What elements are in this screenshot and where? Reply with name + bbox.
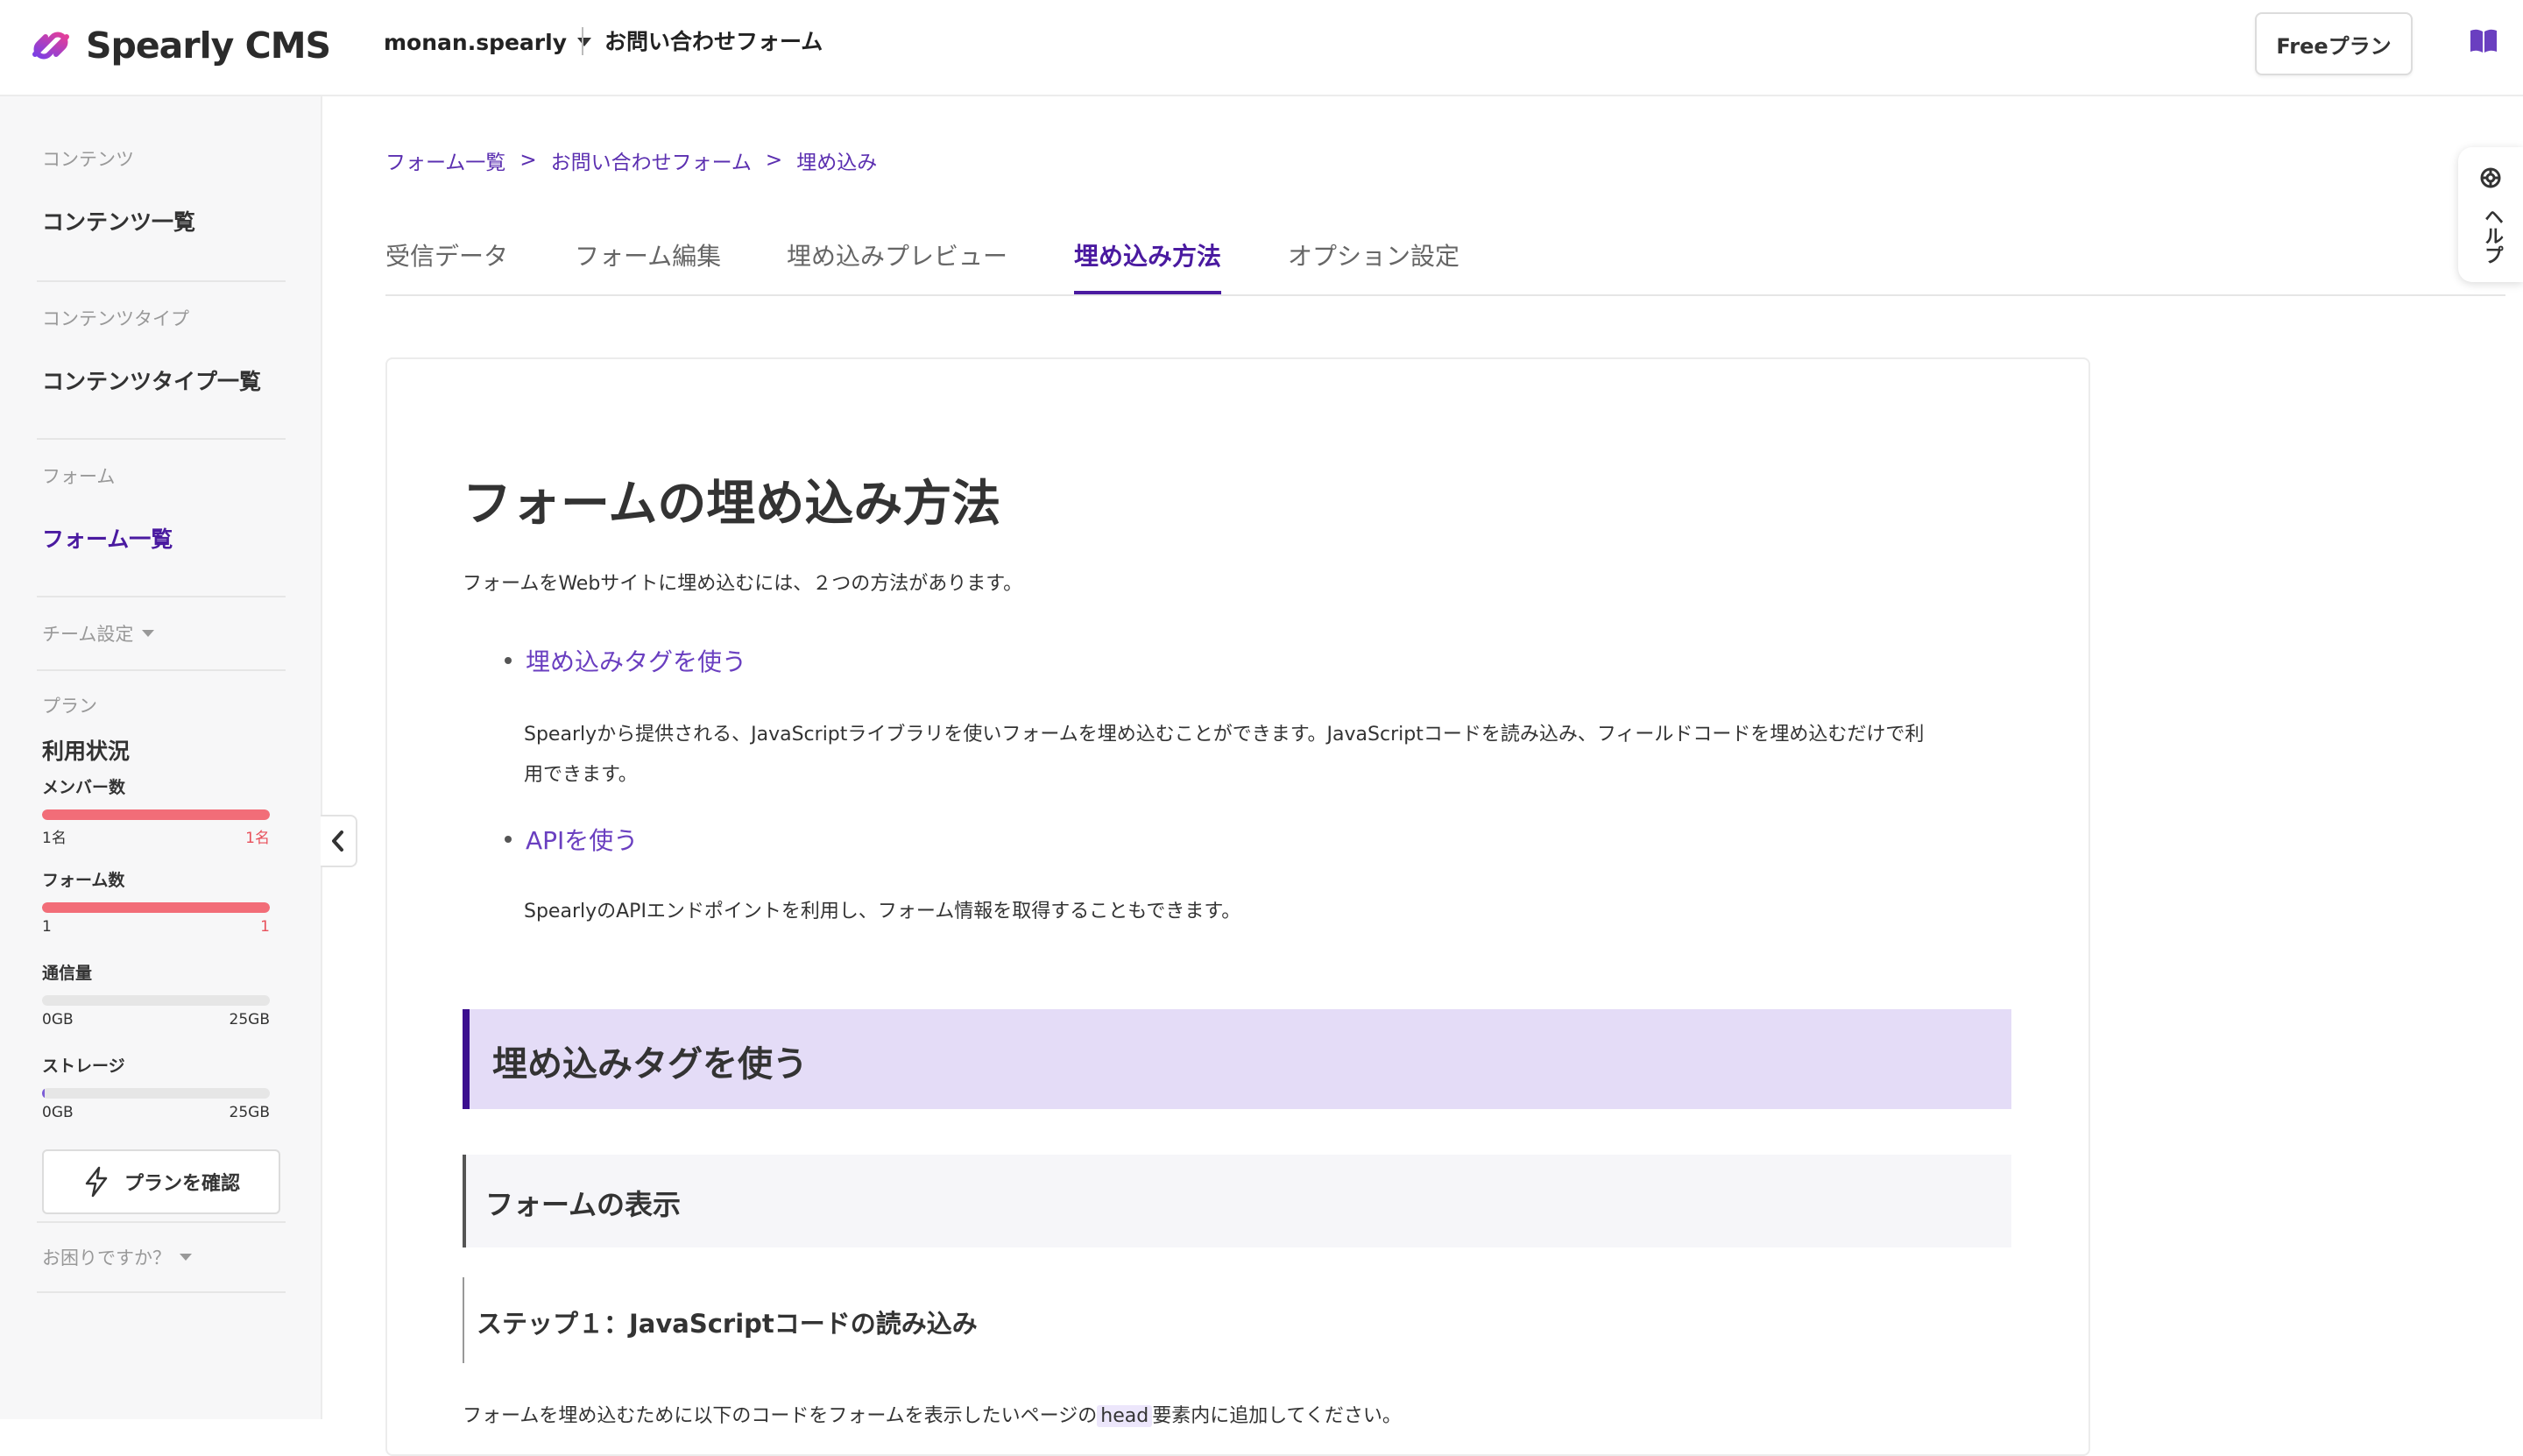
sidebar-section-form: フォーム	[42, 466, 116, 487]
section-heading-embed-tag: 埋め込みタグを使う	[463, 1009, 2011, 1109]
caret-down-icon	[142, 630, 155, 637]
top-header: Spearly CMS monan.spearly お問い合わせフォーム Fre…	[0, 0, 2523, 96]
method1-link[interactable]: 埋め込みタグを使う	[526, 643, 746, 678]
tab-bar: 受信データ フォーム編集 埋め込みプレビュー 埋め込み方法 オプション設定	[385, 238, 2505, 296]
usage-bar-fill	[42, 902, 270, 913]
sidebar-divider	[37, 280, 286, 282]
usage-bar-fill	[42, 1088, 45, 1099]
breadcrumb-separator: >	[765, 149, 783, 172]
sidebar-section-content: コンテンツ	[42, 149, 134, 170]
method1-desc-line2: 用できます。	[524, 764, 638, 786]
spearly-logo-icon	[32, 32, 69, 60]
help-tab[interactable]: ヘルプ	[2458, 147, 2523, 282]
breadcrumb-separator: >	[519, 149, 537, 172]
lightning-icon	[85, 1166, 108, 1198]
inline-code: head	[1097, 1405, 1153, 1427]
bullet-dot	[505, 657, 512, 664]
section-heading-text: 埋め込みタグを使う	[492, 1044, 808, 1085]
step-heading-text: ステップ１：JavaScriptコードの読み込み	[477, 1309, 978, 1339]
sidebar: コンテンツ コンテンツ一覧 コンテンツタイプ コンテンツタイプ一覧 フォーム フ…	[0, 96, 322, 1419]
sidebar-item-content-list[interactable]: コンテンツ一覧	[42, 205, 195, 237]
chevron-left-icon	[332, 830, 343, 852]
tab-embed-preview[interactable]: 埋め込みプレビュー	[787, 238, 1007, 293]
tab-option-settings[interactable]: オプション設定	[1288, 238, 1459, 293]
breadcrumb-item-current[interactable]: 埋め込み	[796, 145, 877, 175]
caret-down-icon	[576, 38, 591, 46]
sidebar-item-form-list[interactable]: フォーム一覧	[42, 522, 173, 554]
doc-title: フォームの埋め込み方法	[463, 476, 1001, 533]
sidebar-divider	[37, 596, 286, 597]
team-settings-label: チーム設定	[42, 624, 134, 645]
header-divider	[582, 27, 583, 55]
breadcrumb-item[interactable]: お問い合わせフォーム	[551, 145, 752, 175]
team-name: monan.spearly	[384, 29, 567, 55]
tab-form-edit[interactable]: フォーム編集	[575, 238, 721, 293]
usage-bar	[42, 902, 270, 913]
usage-max: 1	[260, 918, 270, 936]
breadcrumb-item[interactable]: フォーム一覧	[385, 145, 505, 175]
plan-button[interactable]: Freeプラン	[2255, 12, 2413, 75]
doc-intro: フォームをWebサイトに埋め込むには、２つの方法があります。	[463, 573, 1023, 595]
sidebar-collapse-button[interactable]	[321, 815, 357, 867]
method1-list-item: 埋め込みタグを使う	[505, 643, 746, 678]
breadcrumb: フォーム一覧 > お問い合わせフォーム > 埋め込み	[385, 145, 877, 175]
tab-embed-method[interactable]: 埋め込み方法	[1074, 238, 1222, 294]
usage-min: 0GB	[42, 1011, 74, 1028]
method1-desc-line1: Spearlyから提供される、JavaScriptライブラリを使いフォームを埋め…	[524, 724, 1925, 746]
sidebar-section-plan: プラン	[42, 696, 97, 717]
caret-down-icon	[180, 1254, 192, 1261]
logo[interactable]: Spearly CMS	[26, 19, 331, 72]
subsection-heading-text: フォームの表示	[485, 1188, 682, 1221]
sidebar-section-content-type: コンテンツタイプ	[42, 308, 189, 329]
usage-min: 0GB	[42, 1104, 74, 1121]
step1-text: フォームを埋め込むために以下のコードをフォームを表示したいページの head 要素内…	[463, 1396, 1402, 1437]
bullet-dot	[505, 836, 512, 843]
team-settings-toggle[interactable]: チーム設定	[42, 620, 155, 647]
confirm-plan-label: プランを確認	[124, 1173, 240, 1195]
sidebar-divider	[37, 669, 286, 671]
method2-list-item: APIを使う	[505, 822, 638, 857]
trouble-toggle[interactable]: お困りですか？	[42, 1244, 192, 1270]
book-icon[interactable]	[2469, 28, 2498, 54]
sidebar-item-content-type-list[interactable]: コンテンツタイプ一覧	[42, 364, 261, 396]
usage-label: フォーム数	[42, 871, 125, 890]
trouble-label: お困りですか？	[42, 1247, 171, 1269]
usage-bar	[42, 995, 270, 1006]
step-heading: ステップ１：JavaScriptコードの読み込み	[463, 1277, 978, 1363]
usage-label: 通信量	[42, 964, 93, 983]
confirm-plan-button[interactable]: プランを確認	[42, 1149, 280, 1214]
usage-label: メンバー数	[42, 778, 126, 797]
step1-text-post: 要素内に追加してください。	[1152, 1405, 1402, 1427]
usage-bar	[42, 809, 270, 820]
method2-link[interactable]: APIを使う	[526, 822, 638, 857]
usage-min: 1	[42, 918, 52, 936]
usage-bar-fill	[42, 809, 270, 820]
usage-max: 1名	[245, 830, 270, 847]
usage-max: 25GB	[229, 1104, 270, 1121]
sidebar-divider	[37, 1221, 286, 1223]
team-switcher[interactable]: monan.spearly	[384, 26, 591, 58]
usage-max: 25GB	[229, 1011, 270, 1028]
usage-min: 1名	[42, 830, 67, 847]
lifebuoy-icon	[2480, 167, 2501, 188]
sidebar-divider	[37, 438, 286, 440]
method2-desc: SpearlyのAPIエンドポイントを利用し、フォーム情報を取得することもできま…	[524, 901, 1241, 922]
tab-received-data[interactable]: 受信データ	[385, 238, 508, 293]
sidebar-divider	[37, 1291, 286, 1293]
current-form-name: お問い合わせフォーム	[604, 29, 823, 54]
step1-text-pre: フォームを埋め込むために以下のコードをフォームを表示したいページの	[463, 1405, 1098, 1427]
help-label: ヘルプ	[2481, 207, 2503, 265]
usage-title: 利用状況	[42, 739, 131, 764]
usage-label: ストレージ	[42, 1057, 125, 1076]
logo-text: Spearly CMS	[86, 25, 331, 67]
subsection-heading-form-display: フォームの表示	[463, 1155, 2011, 1247]
usage-bar	[42, 1088, 270, 1099]
